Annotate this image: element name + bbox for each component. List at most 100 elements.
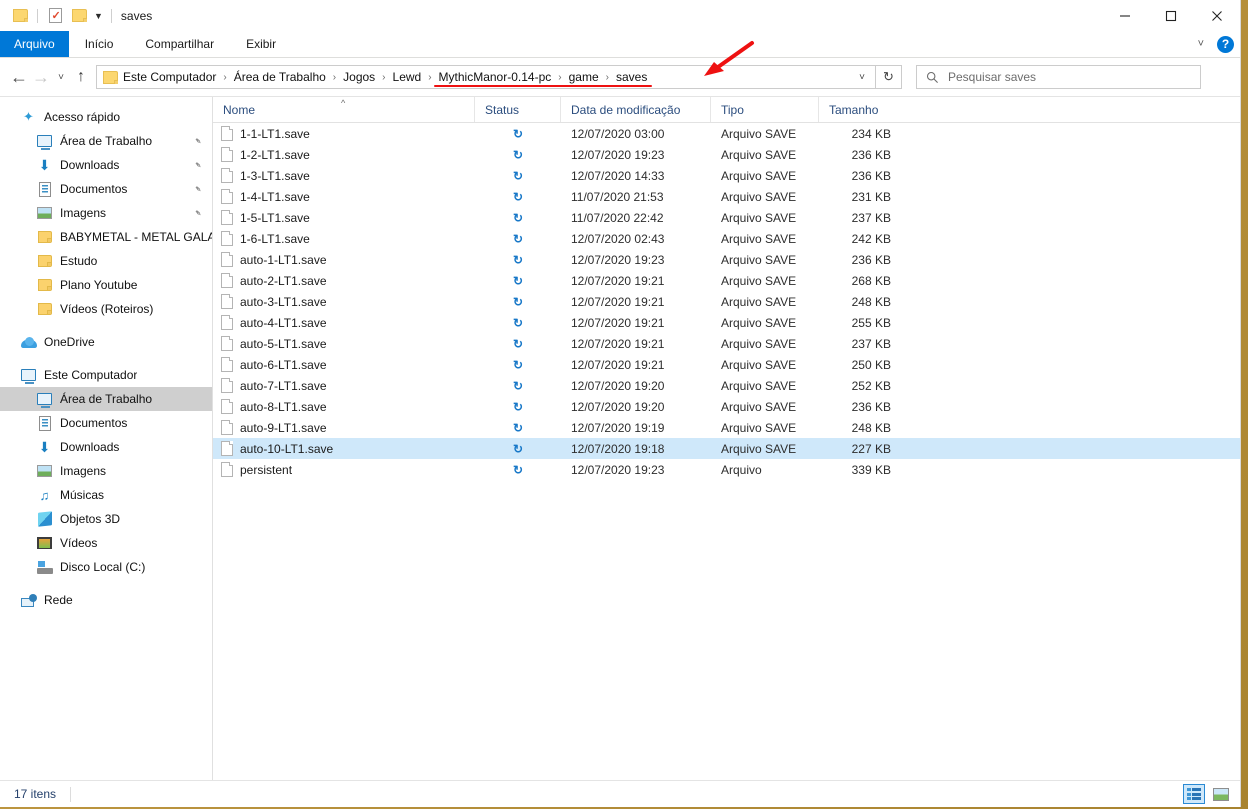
file-size-cell: 237 KB xyxy=(851,336,891,351)
sidebar-item-downloads[interactable]: ⬇ Downloads ✒ xyxy=(0,153,212,177)
table-row[interactable]: auto-10-LT1.save ↻ 12/07/2020 19:18 Arquivo… xyxy=(213,438,1240,459)
table-row[interactable]: auto-9-LT1.save ↻ 12/07/2020 19:19 Arquivo … xyxy=(213,417,1240,438)
sidebar-item-downloads[interactable]: ⬇ Downloads xyxy=(0,435,212,459)
table-row[interactable]: persistent ↻ 12/07/2020 19:23 Arquivo 339 KB xyxy=(213,459,1240,480)
file-date-cell: 11/07/2020 22:42 xyxy=(571,210,664,225)
column-header-status[interactable]: Status xyxy=(475,97,561,122)
table-row[interactable]: 1-2-LT1.save ↻ 12/07/2020 19:23 Arquivo SAV… xyxy=(213,144,1240,165)
table-row[interactable]: auto-6-LT1.save ↻ 12/07/2020 19:21 Arquivo … xyxy=(213,354,1240,375)
minimize-icon[interactable] xyxy=(1102,0,1148,31)
table-row[interactable]: 1-6-LT1.save ↻ 12/07/2020 02:43 Arquivo SAV… xyxy=(213,228,1240,249)
tab-compartilhar[interactable]: Compartilhar xyxy=(129,31,230,57)
new-folder-icon[interactable] xyxy=(67,4,91,28)
table-row[interactable]: auto-1-LT1.save ↻ 12/07/2020 19:23 Arquivo … xyxy=(213,249,1240,270)
sidebar-item-documentos[interactable]: Documentos ✒ xyxy=(0,177,212,201)
sidebar-item-label: Documentos xyxy=(60,416,128,430)
tab-arquivo[interactable]: Arquivo xyxy=(0,31,69,57)
view-toggle-group xyxy=(1183,784,1232,804)
column-header-tamanho[interactable]: Tamanho xyxy=(819,97,903,122)
file-name-cell: 1-1-LT1.save xyxy=(213,123,475,144)
breadcrumb-item[interactable]: game xyxy=(566,70,602,84)
sync-icon: ↻ xyxy=(512,420,524,435)
table-row[interactable]: 1-1-LT1.save ↻ 12/07/2020 03:00 Arquivo SAV… xyxy=(213,123,1240,144)
thumbnail-view-icon xyxy=(1213,787,1229,801)
file-icon xyxy=(221,189,233,204)
address-bar: ← → ˅ ↑ Este Computador › Área de Trabalho… xyxy=(0,58,1240,96)
sidebar-item-disco-local-c[interactable]: Disco Local (C:) xyxy=(0,555,212,579)
tab-inicio[interactable]: Início xyxy=(69,31,130,57)
close-icon[interactable] xyxy=(1194,0,1240,31)
table-row[interactable]: auto-4-LT1.save ↻ 12/07/2020 19:21 Arquivo … xyxy=(213,312,1240,333)
pin-icon[interactable]: ✒ xyxy=(192,134,204,147)
column-header-tipo[interactable]: Tipo xyxy=(711,97,819,122)
pin-icon[interactable]: ✒ xyxy=(192,182,204,195)
sidebar-item-plano-youtube[interactable]: Plano Youtube xyxy=(0,273,212,297)
table-row[interactable]: auto-2-LT1.save ↻ 12/07/2020 19:21 Arquivo … xyxy=(213,270,1240,291)
column-header-data[interactable]: Data de modificação xyxy=(561,97,711,122)
sidebar-item-label: Área de Trabalho xyxy=(60,134,153,148)
help-icon[interactable]: ? xyxy=(1217,35,1234,53)
search-input[interactable]: Pesquisar saves xyxy=(916,65,1201,89)
folder-icon[interactable] xyxy=(8,4,32,28)
maximize-icon[interactable] xyxy=(1148,0,1194,31)
table-row[interactable]: auto-8-LT1.save ↻ 12/07/2020 19:20 Arquivo … xyxy=(213,396,1240,417)
table-row[interactable]: auto-5-LT1.save ↻ 12/07/2020 19:21 Arquivo … xyxy=(213,333,1240,354)
chevron-down-icon[interactable]: ˅ xyxy=(52,65,70,89)
sidebar-item-rea-de-trabalho[interactable]: Área de Trabalho ✒ xyxy=(0,129,212,153)
sidebar-item-acesso-r-pido[interactable]: ✦ Acesso rápido xyxy=(0,105,212,129)
table-row[interactable]: 1-4-LT1.save ↻ 11/07/2020 21:53 Arquivo SAV… xyxy=(213,186,1240,207)
table-row[interactable]: auto-7-LT1.save ↻ 12/07/2020 19:20 Arquivo … xyxy=(213,375,1240,396)
chevron-down-icon[interactable]: ˅ xyxy=(1194,38,1208,50)
breadcrumb-item[interactable]: Lewd xyxy=(390,70,425,84)
chevron-down-icon[interactable]: ˅ xyxy=(851,66,873,88)
breadcrumb-item[interactable]: Este Computador xyxy=(120,70,219,84)
file-date-cell: 12/07/2020 19:21 xyxy=(571,294,665,309)
tab-exibir[interactable]: Exibir xyxy=(230,31,292,57)
details-view-icon xyxy=(1186,788,1202,801)
refresh-icon[interactable]: ↻ xyxy=(876,65,902,89)
file-icon xyxy=(221,399,233,414)
sidebar-item-estudo[interactable]: Estudo xyxy=(0,249,212,273)
file-size-cell: 268 KB xyxy=(851,273,891,288)
arrow-up-icon[interactable]: ↑ xyxy=(70,65,92,89)
sidebar-item-objetos-3d[interactable]: Objetos 3D xyxy=(0,507,212,531)
sidebar-item-imagens[interactable]: Imagens ✒ xyxy=(0,201,212,225)
sidebar-item-m-sicas[interactable]: ♫ Músicas xyxy=(0,483,212,507)
breadcrumb-separator: › xyxy=(223,71,227,83)
sidebar-item-este-computador[interactable]: Este Computador xyxy=(0,363,212,387)
file-explorer-window: ✓ ▼ saves Arquivo Início Compartilhar Ex… xyxy=(0,0,1241,807)
sidebar-item-v-deos[interactable]: Vídeos xyxy=(0,531,212,555)
arrow-right-icon[interactable]: → xyxy=(30,65,52,89)
pin-icon[interactable]: ✒ xyxy=(192,206,204,219)
sidebar-item-onedrive[interactable]: OneDrive xyxy=(0,330,212,354)
pin-icon[interactable]: ✒ xyxy=(192,158,204,171)
sidebar-item-rea-de-trabalho[interactable]: Área de Trabalho xyxy=(0,387,212,411)
chevron-up-icon: ^ xyxy=(341,98,346,108)
sidebar-item-rede[interactable]: Rede xyxy=(0,588,212,612)
document-check-icon[interactable]: ✓ xyxy=(43,4,67,28)
table-row[interactable]: 1-5-LT1.save ↻ 11/07/2020 22:42 Arquivo SAV… xyxy=(213,207,1240,228)
file-name: auto-1-LT1.save xyxy=(240,252,327,267)
sidebar-item-imagens[interactable]: Imagens xyxy=(0,459,212,483)
table-row[interactable]: 1-3-LT1.save ↻ 12/07/2020 14:33 Arquivo SAV… xyxy=(213,165,1240,186)
details-view-button[interactable] xyxy=(1183,784,1205,804)
large-icons-view-button[interactable] xyxy=(1210,784,1232,804)
file-size-cell: 236 KB xyxy=(851,147,891,162)
file-list-pane: Nome ^ Status Data de modificação Tipo T… xyxy=(213,97,1240,780)
window-controls xyxy=(1102,0,1240,31)
sidebar-item-babymetal-metal-galaxy[interactable]: BABYMETAL - METAL GALAXY xyxy=(0,225,212,249)
chevron-down-icon[interactable]: ▼ xyxy=(91,11,106,21)
column-header-nome[interactable]: Nome ^ xyxy=(213,97,475,122)
breadcrumb-item[interactable]: Área de Trabalho xyxy=(231,70,329,84)
sidebar-item-documentos[interactable]: Documentos xyxy=(0,411,212,435)
sidebar-item-v-deos-roteiros[interactable]: Vídeos (Roteiros) xyxy=(0,297,212,321)
sidebar-item-label: BABYMETAL - METAL GALAXY xyxy=(60,230,212,244)
breadcrumb-item[interactable]: saves xyxy=(613,70,650,84)
arrow-left-icon[interactable]: ← xyxy=(8,65,30,89)
table-row[interactable]: auto-3-LT1.save ↻ 12/07/2020 19:21 Arquivo … xyxy=(213,291,1240,312)
breadcrumb-item[interactable]: MythicManor-0.14-pc xyxy=(436,70,555,84)
file-size-cell: 237 KB xyxy=(851,210,891,225)
documents-icon xyxy=(36,415,53,431)
file-date-cell: 12/07/2020 19:21 xyxy=(571,315,665,330)
breadcrumb-item[interactable]: Jogos xyxy=(340,70,378,84)
